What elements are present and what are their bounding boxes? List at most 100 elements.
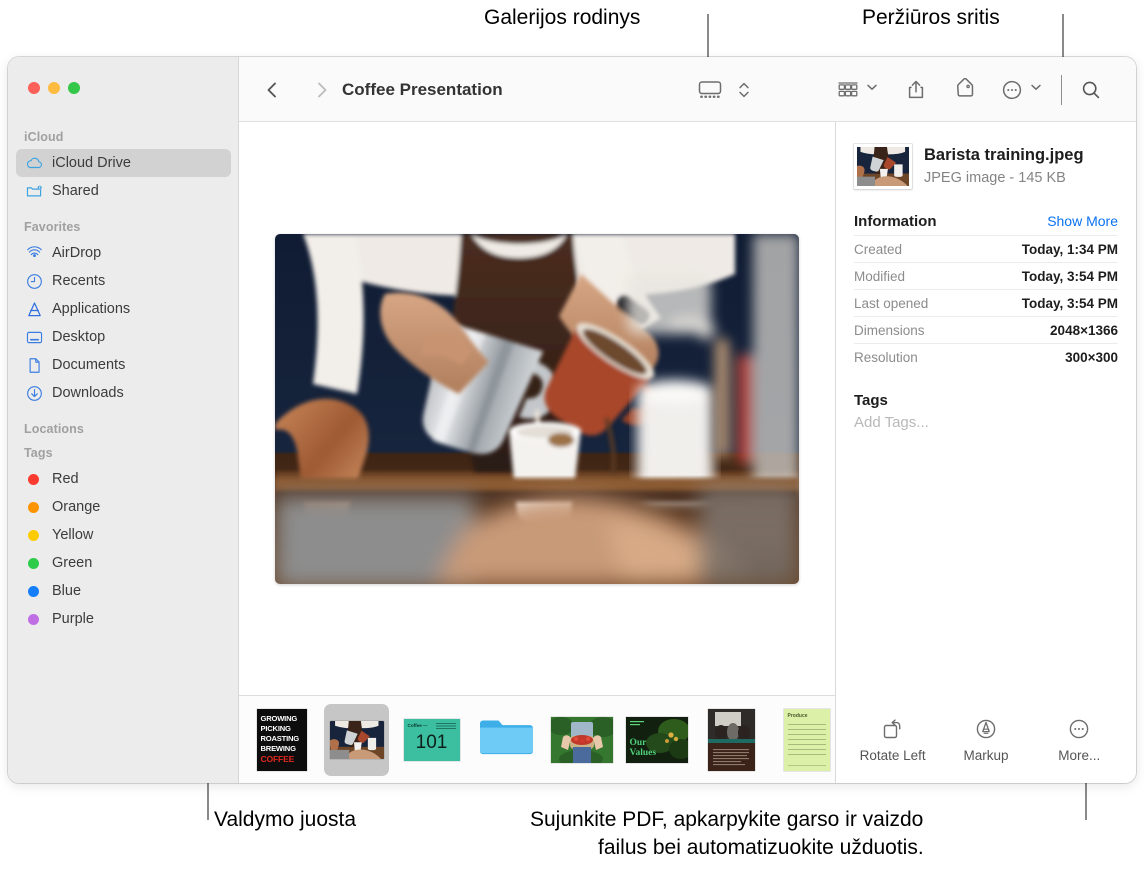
sidebar-item-recents[interactable]: Recents [16, 267, 231, 295]
info-key: Dimensions [854, 323, 925, 338]
sidebar-item-label: Documents [52, 357, 126, 373]
sidebar-item-label: Recents [52, 273, 106, 289]
downloads-icon [24, 383, 44, 403]
gallery-view-icon[interactable] [695, 75, 725, 105]
rotate-left-icon [880, 715, 906, 743]
window-title: Coffee Presentation [342, 80, 503, 99]
rotate-left-button[interactable]: Rotate Left [848, 715, 938, 763]
list-item[interactable] [474, 704, 539, 776]
back-button[interactable] [257, 75, 287, 105]
sidebar-item-icloud-drive[interactable]: iCloud Drive [16, 149, 231, 177]
screenshot-root: Galerijos rodinys Peržiūros sritis Valdy… [0, 0, 1144, 878]
info-value: 2048×1366 [1050, 323, 1118, 338]
zoom-button[interactable] [68, 82, 80, 94]
sidebar-item-tag-purple[interactable]: Purple [16, 605, 231, 633]
ellipsis-circle-icon [1066, 715, 1092, 743]
ellipsis-circle-icon[interactable] [997, 75, 1027, 105]
list-item[interactable]: Our Values [624, 704, 689, 776]
info-key: Last opened [854, 296, 929, 311]
desktop-icon [24, 327, 44, 347]
tag-dot-icon [28, 585, 39, 597]
tags-title: Tags [854, 392, 888, 409]
info-row-modified: Modified Today, 3:54 PM [854, 262, 1118, 289]
callout-pdf-tasks-line1: Sujunkite PDF, apkarpykite garso ir vaiz… [530, 808, 924, 831]
hero-image[interactable] [275, 233, 799, 584]
filmstrip[interactable]: GROWING PICKING ROASTING BREWING COFFEE [239, 695, 835, 783]
sidebar-item-tag-orange[interactable]: Orange [16, 493, 231, 521]
list-item[interactable] [699, 704, 764, 776]
sidebar-item-tag-green[interactable]: Green [16, 549, 231, 577]
poster-line-2: PICKING [260, 723, 291, 733]
preview-pane: Barista training.jpeg JPEG image - 145 K… [836, 122, 1136, 783]
information-title: Information [854, 213, 937, 230]
preview-file-kind: JPEG image - 145 KB [924, 170, 1066, 186]
list-item[interactable]: Coffee — 101 [399, 704, 464, 776]
navigation-buttons [257, 75, 337, 105]
cloud-icon [24, 153, 44, 173]
slide-title: Coffee — [407, 722, 428, 728]
chevron-down-icon[interactable] [1029, 80, 1043, 99]
toolbar-actions [695, 57, 1136, 122]
group-by-icon[interactable] [833, 75, 863, 105]
preview-file-name: Barista training.jpeg [924, 146, 1084, 164]
preview-file-header: Barista training.jpeg JPEG image - 145 K… [836, 122, 1136, 189]
sidebar-item-tag-yellow[interactable]: Yellow [16, 521, 231, 549]
sidebar-item-label: Green [52, 555, 93, 571]
finder-window: iCloud iCloud Drive Shared Favorites Air… [8, 57, 1136, 783]
sidebar-item-label: Downloads [52, 385, 124, 401]
view-options-stepper[interactable] [729, 75, 759, 105]
sidebar-item-label: Blue [52, 583, 82, 599]
share-icon[interactable] [901, 75, 931, 105]
sidebar-item-tag-red[interactable]: Red [16, 465, 231, 493]
list-item[interactable] [549, 704, 614, 776]
callout-gallery-view-label: Galerijos rodinys [484, 6, 641, 29]
minimize-button[interactable] [48, 82, 60, 94]
callout-pdf-tasks-line2: failus bei automatizuokite užduotis. [598, 836, 924, 859]
window-controls [28, 82, 80, 94]
info-key: Modified [854, 269, 906, 284]
search-icon[interactable] [1076, 75, 1106, 105]
info-key: Resolution [854, 350, 918, 365]
sidebar-item-applications[interactable]: Applications [16, 295, 231, 323]
more-button[interactable]: More... [1034, 715, 1124, 763]
image-thumbnail [854, 144, 912, 189]
group-by-control[interactable] [833, 75, 879, 105]
chevron-down-icon[interactable] [865, 80, 879, 99]
sidebar-item-documents[interactable]: Documents [16, 351, 231, 379]
info-value: Today, 3:54 PM [1021, 269, 1118, 284]
toolbar-divider [1061, 74, 1062, 105]
sidebar-header-icloud: iCloud [24, 130, 64, 144]
sidebar-item-desktop[interactable]: Desktop [16, 323, 231, 351]
hero-preview-area [239, 122, 835, 695]
list-item[interactable]: GROWING PICKING ROASTING BREWING COFFEE [249, 704, 314, 776]
sidebar-item-tag-blue[interactable]: Blue [16, 577, 231, 605]
more-actions-control[interactable] [997, 75, 1043, 105]
markup-button[interactable]: Markup [941, 715, 1031, 763]
sidebar-item-label: AirDrop [52, 245, 102, 261]
callout-control-bar-label: Valdymo juosta [214, 808, 357, 831]
list-item[interactable]: Produce [774, 704, 839, 776]
information-header: Information Show More [854, 213, 1118, 230]
info-row-dimensions: Dimensions 2048×1366 [854, 316, 1118, 343]
sidebar-item-airdrop[interactable]: AirDrop [16, 239, 231, 267]
add-tags-input[interactable]: Add Tags... [854, 414, 1118, 431]
clock-icon [24, 271, 44, 291]
show-more-link[interactable]: Show More [1047, 213, 1118, 229]
sidebar-item-shared[interactable]: Shared [16, 177, 231, 205]
info-key: Created [854, 242, 903, 257]
sidebar-item-label: iCloud Drive [52, 155, 131, 171]
forward-button[interactable] [307, 75, 337, 105]
close-button[interactable] [28, 82, 40, 94]
poster-line-4: BREWING [260, 744, 297, 754]
sidebar-item-label: Red [52, 471, 79, 487]
sidebar-item-downloads[interactable]: Downloads [16, 379, 231, 407]
list-item[interactable] [324, 703, 389, 776]
tag-icon[interactable] [949, 75, 979, 105]
action-label: Rotate Left [859, 748, 926, 763]
sidebar: iCloud iCloud Drive Shared Favorites Air… [8, 57, 239, 783]
info-row-resolution: Resolution 300×300 [854, 343, 1118, 370]
view-controls [695, 75, 759, 105]
tag-dot-icon [28, 501, 39, 513]
slide-number: 101 [415, 731, 448, 753]
slide-text-lines [435, 722, 456, 730]
